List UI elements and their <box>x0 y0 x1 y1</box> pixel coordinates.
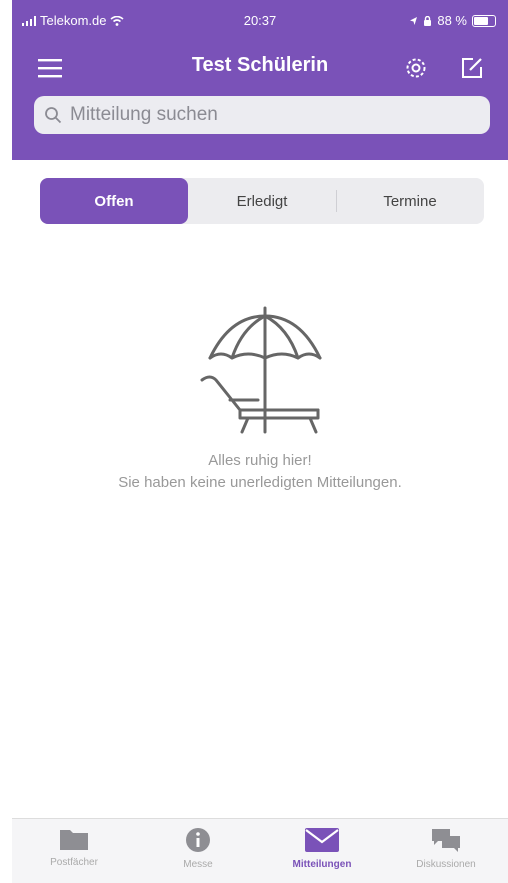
tab-messe-label: Messe <box>183 859 213 870</box>
segment-erledigt[interactable]: Erledigt <box>188 178 336 224</box>
tab-mitteilungen-label: Mitteilungen <box>292 859 352 870</box>
segment-termine[interactable]: Termine <box>336 178 484 224</box>
empty-state-title: Alles ruhig hier! <box>208 452 312 469</box>
segment-offen[interactable]: Offen <box>40 178 188 224</box>
chat-icon <box>432 829 460 852</box>
info-icon <box>186 828 210 852</box>
tab-messe[interactable]: Messe <box>136 819 260 883</box>
location-icon <box>410 16 418 25</box>
search-placeholder: Mitteilung suchen <box>70 104 218 125</box>
tab-mitteilungen[interactable]: Mitteilungen <box>260 819 384 883</box>
folder-icon <box>60 830 88 850</box>
segment-erledigt-label: Erledigt <box>236 192 288 210</box>
app-header: Telekom.de 20:37 88 % Test Schülerin Mit… <box>12 0 508 160</box>
empty-state-subtitle: Sie haben keine unerledigten Mitteilunge… <box>118 474 402 491</box>
battery-label: 88 % <box>437 13 467 28</box>
status-bar: Telekom.de 20:37 88 % <box>12 0 508 40</box>
segment-offen-label: Offen <box>94 192 134 210</box>
segmented-control: Offen Erledigt Termine <box>40 178 484 224</box>
settings-button[interactable] <box>396 48 436 88</box>
tab-diskussionen-label: Diskussionen <box>416 859 476 870</box>
tab-postfaecher-label: Postfächer <box>50 857 98 868</box>
compose-icon <box>462 58 482 78</box>
tab-postfaecher[interactable]: Postfächer <box>12 819 136 883</box>
battery-icon <box>472 14 496 27</box>
lock-rotation-icon <box>424 15 432 26</box>
envelope-icon <box>305 828 339 852</box>
search-field[interactable]: Mitteilung suchen <box>34 96 490 134</box>
search-icon <box>45 107 62 124</box>
nav-bar: Test Schülerin <box>12 44 508 92</box>
status-right: 88 % <box>409 13 496 28</box>
tab-diskussionen[interactable]: Diskussionen <box>384 819 508 883</box>
beach-umbrella-icon <box>200 306 322 434</box>
gear-icon <box>406 58 426 78</box>
compose-button[interactable] <box>452 48 492 88</box>
segment-termine-label: Termine <box>383 192 437 210</box>
tab-bar: Postfächer Messe Mitteilungen Diskussion… <box>12 818 508 883</box>
